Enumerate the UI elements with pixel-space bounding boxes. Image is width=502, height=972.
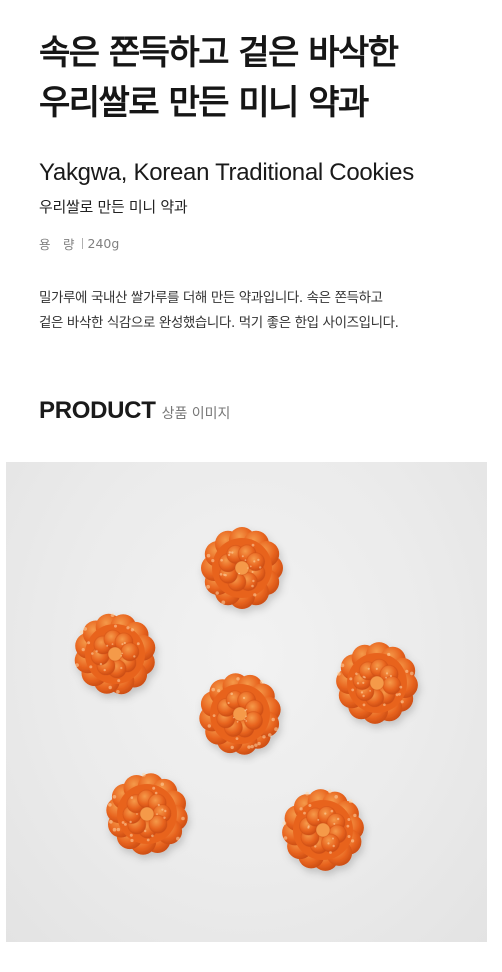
yakgwa-cookie — [74, 613, 156, 695]
yakgwa-cookie — [282, 789, 364, 871]
description-line-1: 밀가루에 국내산 쌀가루를 더해 만든 약과입니다. 속은 쫀득하고 — [39, 290, 383, 306]
description-line-2: 겉은 바삭한 식감으로 완성했습니다. 먹기 좋은 한입 사이즈입니다. — [39, 315, 399, 331]
product-english-name: Yakgwa, Korean Traditional Cookies — [39, 159, 414, 186]
product-description: 밀가루에 국내산 쌀가루를 더해 만든 약과입니다. 속은 쫀득하고 겉은 바삭… — [39, 286, 479, 336]
section-title-ko: 상품 이미지 — [161, 406, 231, 422]
yakgwa-cookie — [336, 642, 418, 724]
section-heading: PRODUCT 상품 이미지 — [39, 397, 230, 425]
section-title-en: PRODUCT — [39, 397, 156, 424]
product-korean-name: 우리쌀로 만든 미니 약과 — [39, 198, 188, 216]
spec-value: 240g — [87, 236, 120, 251]
yakgwa-cookie — [199, 673, 281, 755]
headline-line-1: 속은 쫀득하고 겉은 바삭한 — [39, 33, 399, 73]
spec-divider — [81, 238, 83, 249]
product-spec: 용 량 240g — [39, 234, 119, 253]
yakgwa-cookie — [106, 772, 188, 855]
product-photo — [6, 462, 487, 942]
cookie-illustration — [74, 527, 418, 871]
headline: 속은 쫀득하고 겉은 바삭한 우리쌀로 만든 미니 약과 — [39, 28, 399, 128]
spec-label: 용 량 — [39, 237, 75, 252]
yakgwa-cookie — [201, 527, 283, 609]
headline-line-2: 우리쌀로 만든 미니 약과 — [39, 83, 369, 123]
